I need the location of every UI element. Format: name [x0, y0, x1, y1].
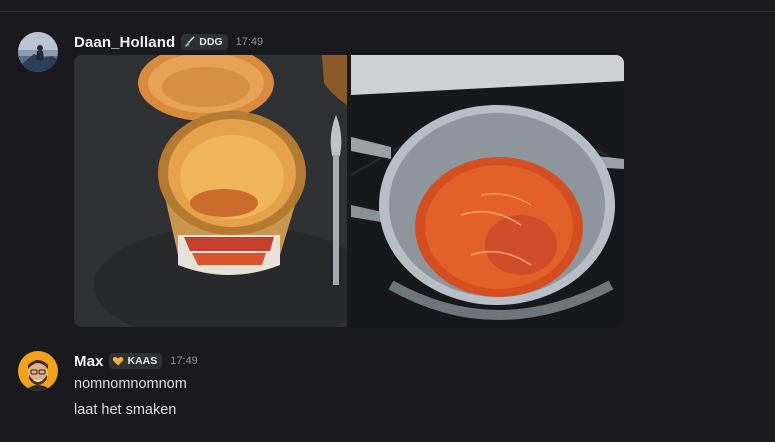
message-text: laat het smaken	[74, 402, 177, 418]
sword-icon	[185, 36, 195, 48]
guild-tag[interactable]: DDG	[181, 34, 228, 50]
message-text: nomnomnomnom	[74, 376, 187, 392]
timestamp[interactable]: 17:49	[236, 36, 264, 48]
avatar-image	[18, 32, 58, 72]
avatar-image	[18, 351, 58, 391]
image-attachments	[74, 55, 624, 327]
username[interactable]: Max	[74, 353, 103, 370]
guild-tag-label: KAAS	[127, 355, 158, 367]
message-divider	[0, 11, 775, 12]
heart-icon	[113, 356, 124, 366]
image-attachment[interactable]	[351, 55, 624, 327]
avatar[interactable]	[18, 32, 58, 72]
message-header: Max KAAS 17:49	[74, 351, 198, 371]
timestamp[interactable]: 17:49	[170, 355, 198, 367]
avatar[interactable]	[18, 351, 58, 391]
guild-tag-label: DDG	[199, 36, 223, 48]
username[interactable]: Daan_Holland	[74, 34, 175, 51]
image-attachment[interactable]	[74, 55, 347, 327]
chat-messages: Daan_Holland DDG 17:49 Max KAAS 17:49 no…	[0, 0, 775, 442]
message-header: Daan_Holland DDG 17:49	[74, 32, 263, 52]
saucepan-with-soup-icon	[351, 55, 624, 327]
empty-tomato-soup-can-icon	[74, 55, 347, 327]
guild-tag[interactable]: KAAS	[109, 353, 163, 369]
